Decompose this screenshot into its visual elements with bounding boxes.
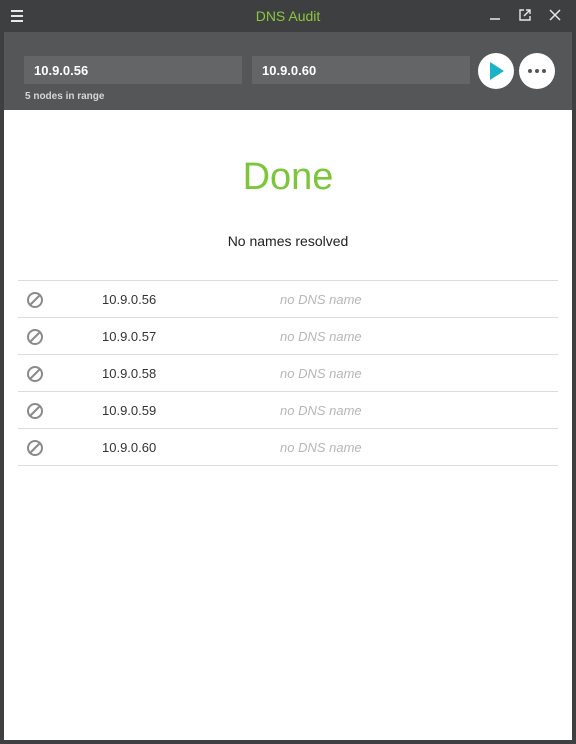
blocked-icon	[27, 403, 43, 419]
row-dns-name: no DNS name	[280, 292, 362, 307]
table-row[interactable]: 10.9.0.59 no DNS name	[18, 392, 558, 429]
more-options-button[interactable]	[519, 53, 555, 89]
row-ip: 10.9.0.57	[102, 329, 157, 344]
end-ip-input[interactable]	[252, 56, 470, 84]
table-row[interactable]: 10.9.0.56 no DNS name	[18, 281, 558, 318]
row-dns-name: no DNS name	[280, 440, 362, 455]
results-list: 10.9.0.56 no DNS name 10.9.0.57 no DNS n…	[18, 280, 558, 466]
table-row[interactable]: 10.9.0.58 no DNS name	[18, 355, 558, 392]
status-subtitle: No names resolved	[227, 233, 349, 249]
range-count-label: 5 nodes in range	[25, 91, 105, 102]
close-icon[interactable]	[544, 5, 566, 25]
row-ip: 10.9.0.60	[102, 440, 157, 455]
blocked-icon	[27, 292, 43, 308]
blocked-icon	[27, 440, 43, 456]
start-ip-input[interactable]	[24, 56, 242, 84]
play-icon	[490, 62, 504, 80]
hamburger-icon[interactable]	[6, 6, 28, 26]
table-row[interactable]: 10.9.0.60 no DNS name	[18, 429, 558, 466]
row-ip: 10.9.0.59	[102, 403, 157, 418]
window-bottom-border	[0, 740, 576, 744]
blocked-icon	[27, 329, 43, 345]
blocked-icon	[27, 366, 43, 382]
title-bar: DNS Audit	[0, 0, 576, 32]
range-panel: 5 nodes in range	[4, 32, 572, 110]
row-dns-name: no DNS name	[280, 366, 362, 381]
status-title: Done	[242, 156, 334, 198]
row-dns-name: no DNS name	[280, 329, 362, 344]
minimize-icon[interactable]	[484, 5, 506, 25]
open-external-icon[interactable]	[514, 5, 536, 25]
row-ip: 10.9.0.56	[102, 292, 157, 307]
row-dns-name: no DNS name	[280, 403, 362, 418]
row-ip: 10.9.0.58	[102, 366, 157, 381]
results-area: Done No names resolved 10.9.0.56 no DNS …	[4, 110, 572, 740]
more-dots-icon	[528, 69, 546, 73]
start-scan-button[interactable]	[478, 53, 514, 89]
table-row[interactable]: 10.9.0.57 no DNS name	[18, 318, 558, 355]
